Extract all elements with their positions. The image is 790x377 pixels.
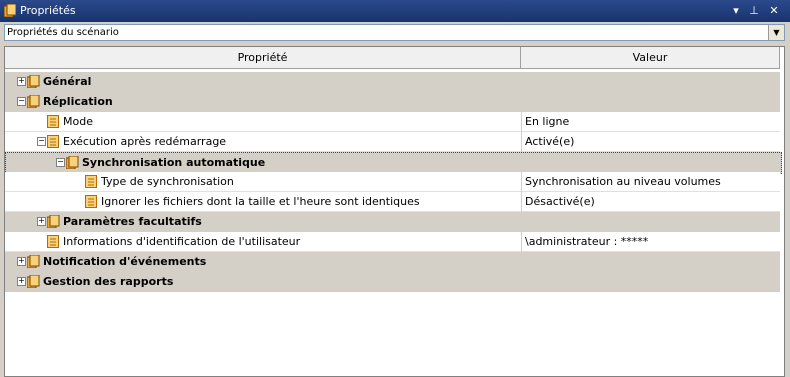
row-label: Gestion des rapports [43, 275, 174, 288]
row-value[interactable]: En ligne [525, 115, 569, 128]
column-divider [521, 132, 522, 152]
column-divider [521, 112, 522, 132]
property-row-ignore-identical-files[interactable]: Ignorer les fichiers dont la taille et l… [5, 192, 780, 212]
column-header-value[interactable]: Valeur [521, 47, 780, 69]
property-row-user-credentials[interactable]: Informations d'identification de l'utili… [5, 232, 780, 252]
property-row-mode[interactable]: Mode En ligne [5, 112, 780, 132]
expand-icon[interactable]: + [17, 277, 26, 286]
category-general[interactable]: + Général [5, 72, 780, 92]
row-value[interactable]: Désactivé(e) [525, 195, 595, 208]
collapse-icon[interactable]: − [37, 137, 46, 146]
row-label: Type de synchronisation [101, 175, 234, 188]
row-label: Informations d'identification de l'utili… [63, 235, 301, 248]
category-icon [27, 255, 40, 268]
row-value[interactable]: Synchronisation au niveau volumes [525, 175, 721, 188]
row-label: Réplication [43, 95, 113, 108]
category-replication[interactable]: − Réplication [5, 92, 780, 112]
property-icon [85, 195, 97, 208]
dropdown-menu-icon[interactable]: ▾ [728, 3, 744, 19]
expand-icon[interactable]: + [17, 77, 26, 86]
column-divider [521, 172, 522, 192]
category-icon [27, 75, 40, 88]
collapse-icon[interactable]: − [56, 158, 65, 167]
property-icon [47, 235, 59, 248]
category-event-notification[interactable]: + Notification d'événements [5, 252, 780, 272]
properties-icon [4, 4, 16, 17]
row-label: Mode [63, 115, 93, 128]
row-label: Général [43, 75, 92, 88]
category-icon [47, 215, 60, 228]
property-icon [47, 135, 59, 148]
category-icon [66, 156, 79, 169]
property-grid: Propriété Valeur + Général − Réplication… [4, 46, 785, 377]
column-divider [521, 192, 522, 212]
row-value[interactable]: \administrateur : ***** [525, 235, 648, 248]
category-icon [27, 275, 40, 288]
row-label: Ignorer les fichiers dont la taille et l… [101, 195, 420, 208]
category-optional-parameters[interactable]: + Paramètres facultatifs [5, 212, 780, 232]
row-label: Synchronisation automatique [82, 156, 266, 169]
dropdown-value: Propriétés du scénario [7, 27, 119, 38]
scenario-properties-dropdown[interactable]: Propriétés du scénario ▼ [4, 24, 785, 41]
expand-icon[interactable]: + [17, 257, 26, 266]
row-label: Exécution après redémarrage [63, 135, 227, 148]
property-row-sync-type[interactable]: Type de synchronisation Synchronisation … [5, 172, 780, 192]
column-divider [521, 232, 522, 252]
pin-icon[interactable]: ⊥ [746, 3, 762, 19]
row-label: Notification d'événements [43, 255, 207, 268]
window-title: Propriétés [20, 4, 76, 17]
title-bar: Propriétés ▾ ⊥ ✕ [0, 0, 790, 22]
row-label: Paramètres facultatifs [63, 215, 202, 228]
close-icon[interactable]: ✕ [766, 3, 782, 19]
category-auto-sync[interactable]: − Synchronisation automatique [5, 152, 782, 174]
row-value[interactable]: Activé(e) [525, 135, 574, 148]
property-row-restart-execution[interactable]: − Exécution après redémarrage Activé(e) [5, 132, 780, 152]
category-icon [27, 95, 40, 108]
column-header-property[interactable]: Propriété [5, 47, 521, 69]
expand-icon[interactable]: + [37, 217, 46, 226]
category-report-management[interactable]: + Gestion des rapports [5, 272, 780, 292]
chevron-down-icon[interactable]: ▼ [768, 25, 784, 40]
property-icon [85, 175, 97, 188]
collapse-icon[interactable]: − [17, 97, 26, 106]
property-icon [47, 115, 59, 128]
